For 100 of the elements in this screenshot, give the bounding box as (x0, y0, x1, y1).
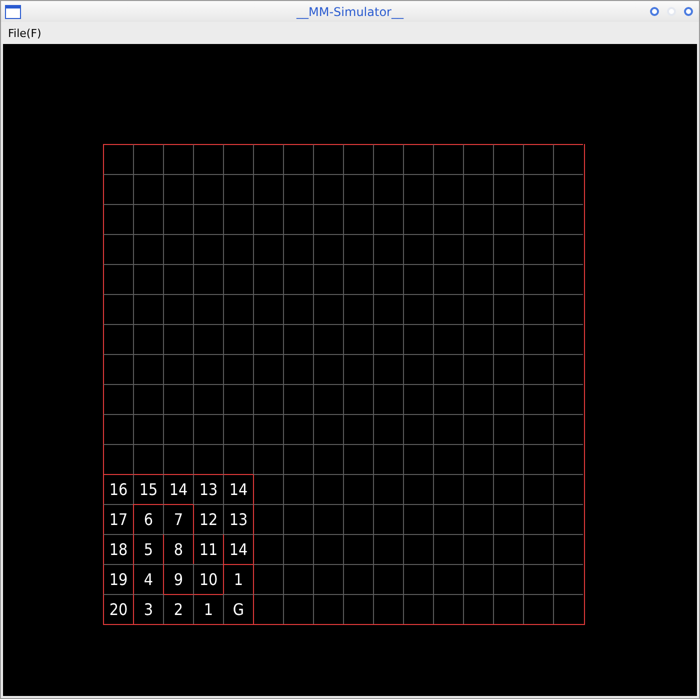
maze-cell: 14 (163, 474, 193, 504)
maze-cell (313, 234, 343, 264)
maze-cell (133, 354, 163, 384)
maze-cell (283, 144, 313, 174)
maze-cell: 4 (133, 564, 163, 594)
maze-cell (193, 294, 223, 324)
maze-cell (103, 234, 133, 264)
maze-cell (433, 594, 463, 624)
maze-cell (343, 564, 373, 594)
maze-cell (403, 324, 433, 354)
maze-cell (403, 474, 433, 504)
maze-cell (463, 444, 493, 474)
maze-cell (403, 564, 433, 594)
maze-cell (313, 174, 343, 204)
maze-cell (163, 264, 193, 294)
maze-cell: 8 (163, 534, 193, 564)
maze-cell (253, 234, 283, 264)
maze-cell: 14 (223, 534, 253, 564)
maze-cell (253, 264, 283, 294)
maze-cell (343, 294, 373, 324)
maze-cell (493, 144, 523, 174)
maze-cell (433, 234, 463, 264)
maze-cell (103, 174, 133, 204)
maze-cell (283, 504, 313, 534)
maze-cell (193, 414, 223, 444)
maze-cell (343, 234, 373, 264)
maze-cell (403, 384, 433, 414)
maze-cell (403, 534, 433, 564)
maze-cell: 11 (193, 534, 223, 564)
maze-cell (343, 324, 373, 354)
maze-cell (373, 354, 403, 384)
maze-cell: 5 (133, 534, 163, 564)
maze-cell (493, 264, 523, 294)
maze-cell (463, 204, 493, 234)
maze-cell (103, 144, 133, 174)
window-icon (5, 4, 21, 18)
maze-cell (313, 534, 343, 564)
maze-cell (223, 354, 253, 384)
maze-cell (343, 264, 373, 294)
maze-cell (493, 354, 523, 384)
maze-cell (103, 294, 133, 324)
maze-cell (163, 354, 193, 384)
maze-cell (133, 444, 163, 474)
maze-cell (103, 414, 133, 444)
maze-cell (493, 534, 523, 564)
maze-cell (313, 414, 343, 444)
maze-cell (373, 174, 403, 204)
maze-cell (553, 264, 583, 294)
minimize-button[interactable] (650, 7, 659, 16)
maze-cell: 16 (103, 474, 133, 504)
maze-cell: 13 (193, 474, 223, 504)
maze-cell (523, 354, 553, 384)
maze-cell (343, 354, 373, 384)
maze-cell (523, 564, 553, 594)
maze-cell (193, 234, 223, 264)
maze-cell (433, 474, 463, 504)
maze-cell (133, 384, 163, 414)
maze-cell (163, 444, 193, 474)
maze-cell (343, 444, 373, 474)
maze-cell (253, 414, 283, 444)
maze-cell: 19 (103, 564, 133, 594)
maze-cell (133, 234, 163, 264)
maze-cell (313, 324, 343, 354)
maze-cell (463, 324, 493, 354)
maze-cell (163, 414, 193, 444)
maze-cell (283, 234, 313, 264)
maze-cell (343, 594, 373, 624)
maze-cell (433, 354, 463, 384)
maze-cell: 13 (223, 504, 253, 534)
maze-cell (133, 264, 163, 294)
maze-cell (493, 234, 523, 264)
maze-cell (133, 144, 163, 174)
maze-cell (493, 564, 523, 594)
maze-cell (343, 174, 373, 204)
maze-cell (433, 324, 463, 354)
close-button[interactable] (684, 7, 693, 16)
maze-cell (163, 204, 193, 234)
maze-cell (373, 534, 403, 564)
maze-cell (223, 264, 253, 294)
maze-cell (283, 204, 313, 234)
maze-cell (283, 564, 313, 594)
maze-cell (163, 384, 193, 414)
maze-cell (373, 564, 403, 594)
maze-cell (433, 174, 463, 204)
maze-cell: 1 (193, 594, 223, 624)
menu-item[interactable]: File(F) (8, 26, 42, 40)
maze-cell (163, 294, 193, 324)
maze-cell (103, 384, 133, 414)
maze-cell (373, 384, 403, 414)
maze-cell: 3 (133, 594, 163, 624)
maze-cell: 10 (193, 564, 223, 594)
maze-cell (463, 594, 493, 624)
maze-cell: 17 (103, 504, 133, 534)
maze-cell (403, 444, 433, 474)
maze-cell (193, 324, 223, 354)
maze-cell (493, 444, 523, 474)
maze-cell (283, 414, 313, 444)
maze-cell (193, 444, 223, 474)
maze-cell (463, 384, 493, 414)
maze-cell (103, 354, 133, 384)
